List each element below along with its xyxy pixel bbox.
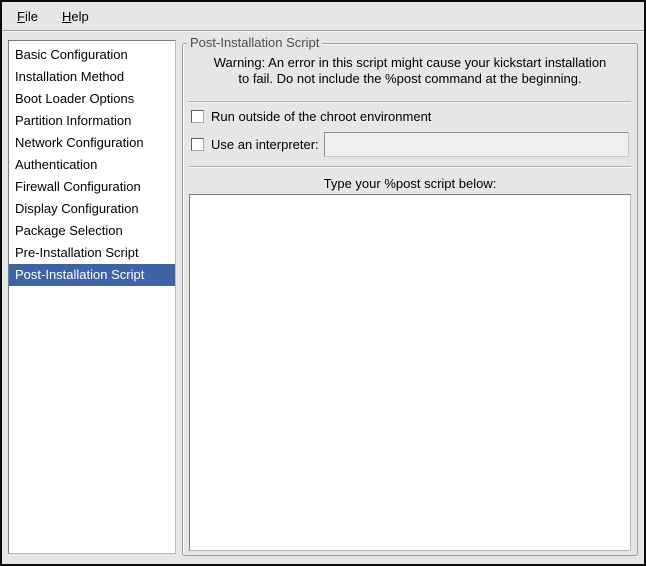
separator	[189, 166, 631, 168]
kickstart-configurator-window: File Help Basic Configuration Installati…	[0, 0, 646, 566]
sidebar-item-partition-information[interactable]: Partition Information	[9, 110, 175, 132]
interpreter-checkbox[interactable]	[191, 138, 204, 151]
section-list: Basic Configuration Installation Method …	[8, 40, 176, 554]
sidebar-item-boot-loader-options[interactable]: Boot Loader Options	[9, 88, 175, 110]
sidebar-item-package-selection[interactable]: Package Selection	[9, 220, 175, 242]
sidebar-item-installation-method[interactable]: Installation Method	[9, 66, 175, 88]
post-script-textarea[interactable]	[189, 194, 631, 551]
interpreter-checkbox-row: Use an interpreter:	[191, 131, 629, 157]
post-installation-script-frame: Post-Installation Script Warning: An err…	[182, 43, 638, 556]
sidebar-item-display-configuration[interactable]: Display Configuration	[9, 198, 175, 220]
warning-text: Warning: An error in this script might c…	[183, 55, 637, 87]
separator	[189, 101, 631, 103]
chroot-checkbox[interactable]	[191, 110, 204, 123]
chroot-checkbox-row[interactable]: Run outside of the chroot environment	[191, 107, 629, 125]
chroot-checkbox-label: Run outside of the chroot environment	[211, 109, 431, 124]
warning-line-1: Warning: An error in this script might c…	[183, 55, 637, 71]
interpreter-input[interactable]	[324, 132, 629, 157]
sidebar-item-pre-installation-script[interactable]: Pre-Installation Script	[9, 242, 175, 264]
menu-bar: File Help	[2, 2, 644, 31]
script-area-label: Type your %post script below:	[183, 176, 637, 192]
interpreter-checkbox-label: Use an interpreter:	[211, 137, 319, 152]
frame-legend: Post-Installation Script	[187, 35, 322, 51]
sidebar-item-network-configuration[interactable]: Network Configuration	[9, 132, 175, 154]
sidebar-item-authentication[interactable]: Authentication	[9, 154, 175, 176]
menu-help[interactable]: Help	[53, 6, 98, 27]
sidebar-item-firewall-configuration[interactable]: Firewall Configuration	[9, 176, 175, 198]
sidebar-item-basic-configuration[interactable]: Basic Configuration	[9, 44, 175, 66]
warning-line-2: to fail. Do not include the %post comman…	[183, 71, 637, 87]
menu-file[interactable]: File	[8, 6, 47, 27]
sidebar-item-post-installation-script[interactable]: Post-Installation Script	[9, 264, 175, 286]
